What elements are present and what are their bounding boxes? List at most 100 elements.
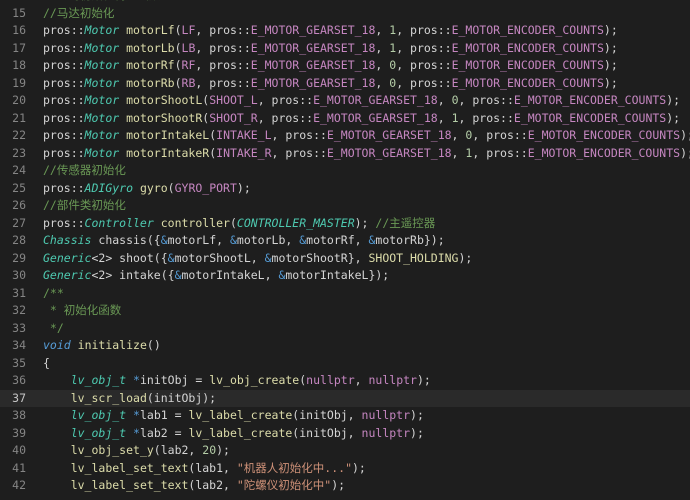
code-text: lv_obj_t *lab2 = lv_label_create(initObj… xyxy=(43,425,424,443)
code-line[interactable]: 38 lv_obj_t *lab1 = lv_label_create(init… xyxy=(0,407,690,425)
code-line[interactable]: 27 pros::Controller controller(CONTROLLER… xyxy=(0,215,690,233)
code-text: pros::Motor motorIntakeR(INTAKE_R, pros:… xyxy=(43,145,690,163)
code-token: E_MOTOR_ENCODER_COUNTS xyxy=(451,40,604,55)
code-text: pros::Motor motorLb(LB, pros::E_MOTOR_GE… xyxy=(43,40,618,58)
line-number: 38 xyxy=(12,408,26,422)
code-line[interactable]: 25 pros::ADIGyro gyro(GYRO_PORT); xyxy=(0,180,690,198)
code-token: , pros:: xyxy=(257,93,314,107)
code-token: lv_obj_t xyxy=(70,425,127,440)
code-line[interactable]: 21 pros::Motor motorShootR(SHOOT_R, pros:… xyxy=(0,110,690,128)
code-editor[interactable]: 14//全局初始化构造函数15//马达初始化16pros::Motor moto… xyxy=(0,0,690,500)
code-token: /** xyxy=(43,285,64,300)
code-line[interactable]: 36 lv_obj_t *initObj = lv_obj_create(nul… xyxy=(0,372,690,390)
code-line[interactable]: 31 /** xyxy=(0,285,690,303)
code-token: & xyxy=(264,250,272,265)
code-token: motorShootR xyxy=(126,110,203,125)
code-line[interactable]: 33 */ xyxy=(0,320,690,338)
code-token: <2> intake({ xyxy=(91,268,175,282)
code-line[interactable]: 20 pros::Motor motorShootL(SHOOT_L, pros:… xyxy=(0,92,690,110)
code-token: "陀螺仪初始化中" xyxy=(236,478,332,492)
code-token: , pros:: xyxy=(472,128,528,142)
code-token: Motor xyxy=(84,110,120,125)
line-number: 19 xyxy=(12,75,26,90)
code-token: ); xyxy=(603,75,618,90)
code-line[interactable]: 41 lv_label_set_text(lab1, "机器人初始化中...")… xyxy=(0,460,690,478)
code-line[interactable]: 40 lv_obj_set_y(lab2, 20); xyxy=(0,442,690,460)
line-number: 25 xyxy=(12,180,26,195)
code-token: E_MOTOR_ENCODER_COUNTS xyxy=(451,58,604,72)
code-token: Controller xyxy=(84,215,154,230)
code-token: , pros:: xyxy=(257,110,314,125)
code-line[interactable]: 35 { xyxy=(0,355,690,373)
code-token: E_MOTOR_ENCODER_COUNTS xyxy=(451,75,604,90)
code-token: ); xyxy=(352,460,366,475)
line-number: 40 xyxy=(12,443,26,457)
code-token: pros:: xyxy=(43,215,85,230)
code-token: (initObj); xyxy=(146,390,217,405)
code-token: motorIntakeR xyxy=(126,145,210,160)
code-token: Motor xyxy=(84,40,120,55)
code-line[interactable]: 28 Chassis chassis({&motorLf, &motorLb, &… xyxy=(0,232,690,250)
code-token: ( xyxy=(229,215,237,230)
code-token: motorLf, xyxy=(167,233,230,247)
code-line[interactable]: 16 pros::Motor motorLf(LF, pros::E_MOTOR_… xyxy=(0,22,690,40)
code-token: lv_obj_t xyxy=(70,373,127,387)
code-token: lv_scr_load xyxy=(70,390,147,405)
code-token: void xyxy=(43,338,71,352)
code-line[interactable]: 17 pros::Motor motorLb(LB, pros::E_MOTOR_… xyxy=(0,40,690,58)
code-line[interactable]: 15 //马达初始化 xyxy=(0,5,690,23)
code-line[interactable]: 32 * 初始化函数 xyxy=(0,302,690,320)
code-text: */ xyxy=(43,320,64,338)
code-token: (initObj, xyxy=(292,408,362,422)
code-line[interactable]: 26 //部件类初始化 xyxy=(0,197,690,215)
code-line[interactable]: 37 lv_scr_load(initObj); xyxy=(0,389,690,407)
code-token: "机器人初始化中..." xyxy=(236,460,352,475)
code-line[interactable]: 24 //传感器初始化 xyxy=(0,162,690,180)
code-token: lv_label_create xyxy=(188,408,293,422)
code-token: & xyxy=(174,268,182,282)
code-token: (lab2, xyxy=(188,478,237,492)
code-line[interactable]: 18 pros::Motor motorRf(RF, pros::E_MOTOR_… xyxy=(0,57,690,75)
code-token: motorIntakeL, xyxy=(181,268,279,282)
code-line[interactable]: 34 void initialize() xyxy=(0,337,690,355)
code-text: Generic<2> intake({&motorIntakeL, &motor… xyxy=(43,267,389,285)
line-number: 42 xyxy=(12,478,26,492)
code-text: pros::Controller controller(CONTROLLER_M… xyxy=(43,215,435,233)
code-token: , xyxy=(451,128,466,142)
line-number: 39 xyxy=(12,425,26,440)
code-token: , xyxy=(354,373,369,387)
code-token: INTAKE_L xyxy=(216,128,272,142)
code-token: nullptr xyxy=(306,373,355,387)
code-token: lab1 = xyxy=(139,408,189,422)
code-text: lv_label_set_text(lab1, "机器人初始化中..."); xyxy=(43,460,366,478)
code-line[interactable]: 39 lv_obj_t *lab2 = lv_label_create(init… xyxy=(0,425,690,443)
code-line[interactable]: 19 pros::Motor motorRb(RB, pros::E_MOTOR_… xyxy=(0,75,690,93)
line-number: 27 xyxy=(12,215,26,230)
code-token: E_MOTOR_GEARSET_18 xyxy=(250,58,376,72)
line-number: 18 xyxy=(12,58,26,72)
code-token: ); xyxy=(410,425,424,440)
code-line[interactable]: 29 Generic<2> shoot({&motorShootL, &motor… xyxy=(0,250,690,268)
code-token: E_MOTOR_GEARSET_18 xyxy=(326,128,452,142)
code-token: , xyxy=(451,145,466,160)
code-token: E_MOTOR_GEARSET_18 xyxy=(250,75,376,90)
code-line[interactable]: 42 lv_label_set_text(lab2, "陀螺仪初始化中"); xyxy=(0,477,690,495)
code-token: , pros:: xyxy=(195,23,251,37)
code-token: ); xyxy=(666,110,681,125)
code-token: motorIntakeL xyxy=(126,128,210,142)
code-line[interactable]: 22 pros::Motor motorIntakeL(INTAKE_L, pro… xyxy=(0,127,690,145)
code-token: INTAKE_R xyxy=(216,145,272,160)
code-token: * 初始化函数 xyxy=(43,303,122,317)
code-token: E_MOTOR_GEARSET_18 xyxy=(313,110,438,125)
code-token: 20 xyxy=(202,443,217,457)
code-token: pros:: xyxy=(43,23,85,37)
code-line[interactable]: 30 Generic<2> intake({&motorIntakeL, &mot… xyxy=(0,267,690,285)
code-token: E_MOTOR_GEARSET_18 xyxy=(250,23,376,37)
code-line[interactable]: 23 pros::Motor motorIntakeR(INTAKE_R, pro… xyxy=(0,145,690,163)
code-token: , pros:: xyxy=(396,23,452,37)
